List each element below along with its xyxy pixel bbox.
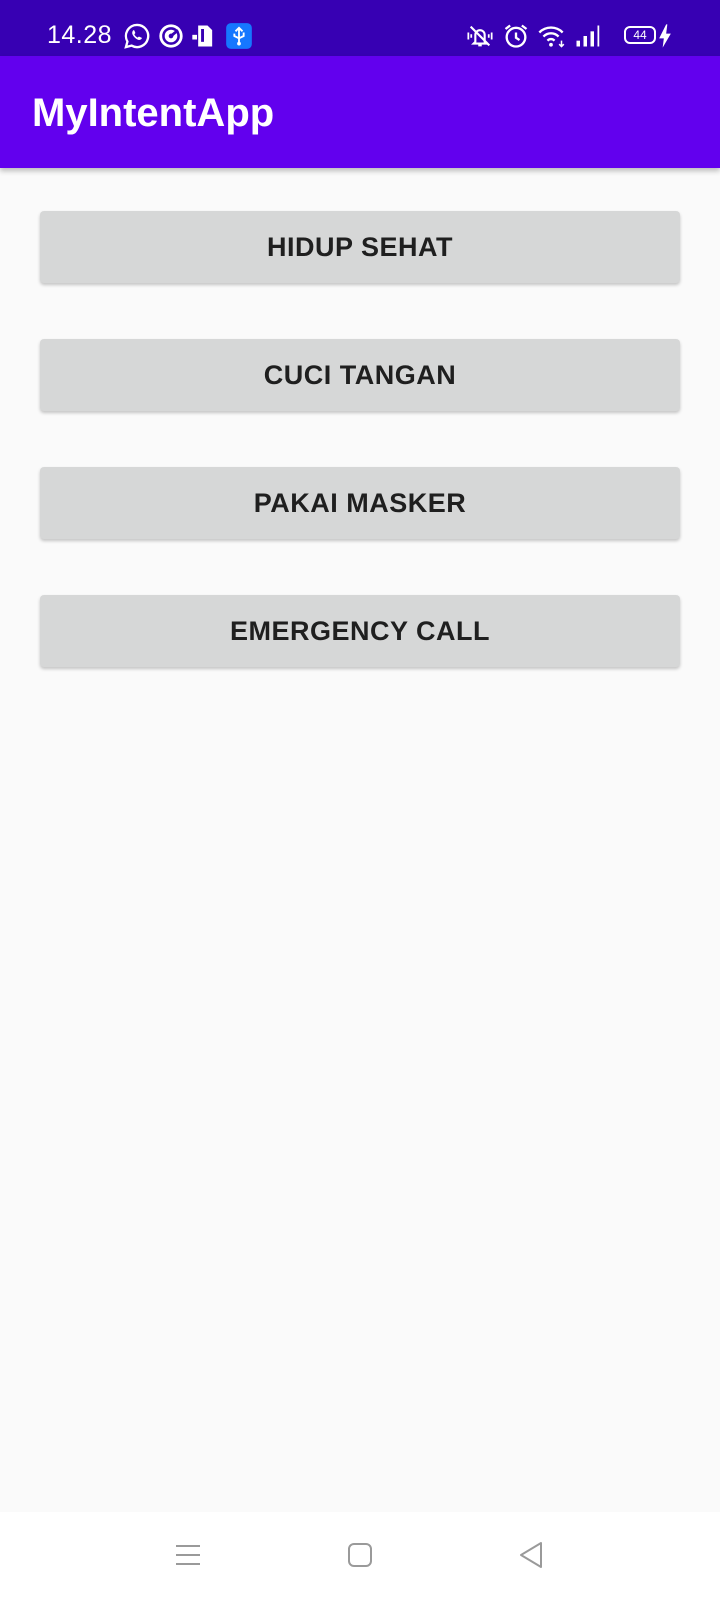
status-bar: 14.28 44 xyxy=(0,0,720,56)
sim-card-icon xyxy=(192,25,213,47)
alarm-icon xyxy=(504,24,528,48)
menu-icon[interactable] xyxy=(173,1540,203,1570)
wifi-icon xyxy=(538,26,565,48)
back-icon[interactable] xyxy=(516,1540,546,1570)
app-title: MyIntentApp xyxy=(32,91,275,135)
pakai-masker-button[interactable]: PAKAI MASKER xyxy=(40,467,680,539)
messenger-icon xyxy=(159,24,183,48)
signal-icon xyxy=(576,25,600,47)
navigation-bar xyxy=(0,1512,720,1600)
home-icon[interactable] xyxy=(345,1540,375,1570)
app-bar: MyIntentApp xyxy=(0,56,720,168)
emergency-call-button[interactable]: EMERGENCY CALL xyxy=(40,595,680,667)
vibrate-silent-icon xyxy=(467,25,493,47)
status-time: 14.28 xyxy=(47,21,113,49)
usb-icon xyxy=(226,23,252,49)
charging-icon xyxy=(659,24,671,48)
hidup-sehat-button[interactable]: HIDUP SEHAT xyxy=(40,211,680,283)
battery-icon: 44 xyxy=(624,26,656,44)
cuci-tangan-button[interactable]: CUCI TANGAN xyxy=(40,339,680,411)
whatsapp-icon xyxy=(124,23,150,49)
